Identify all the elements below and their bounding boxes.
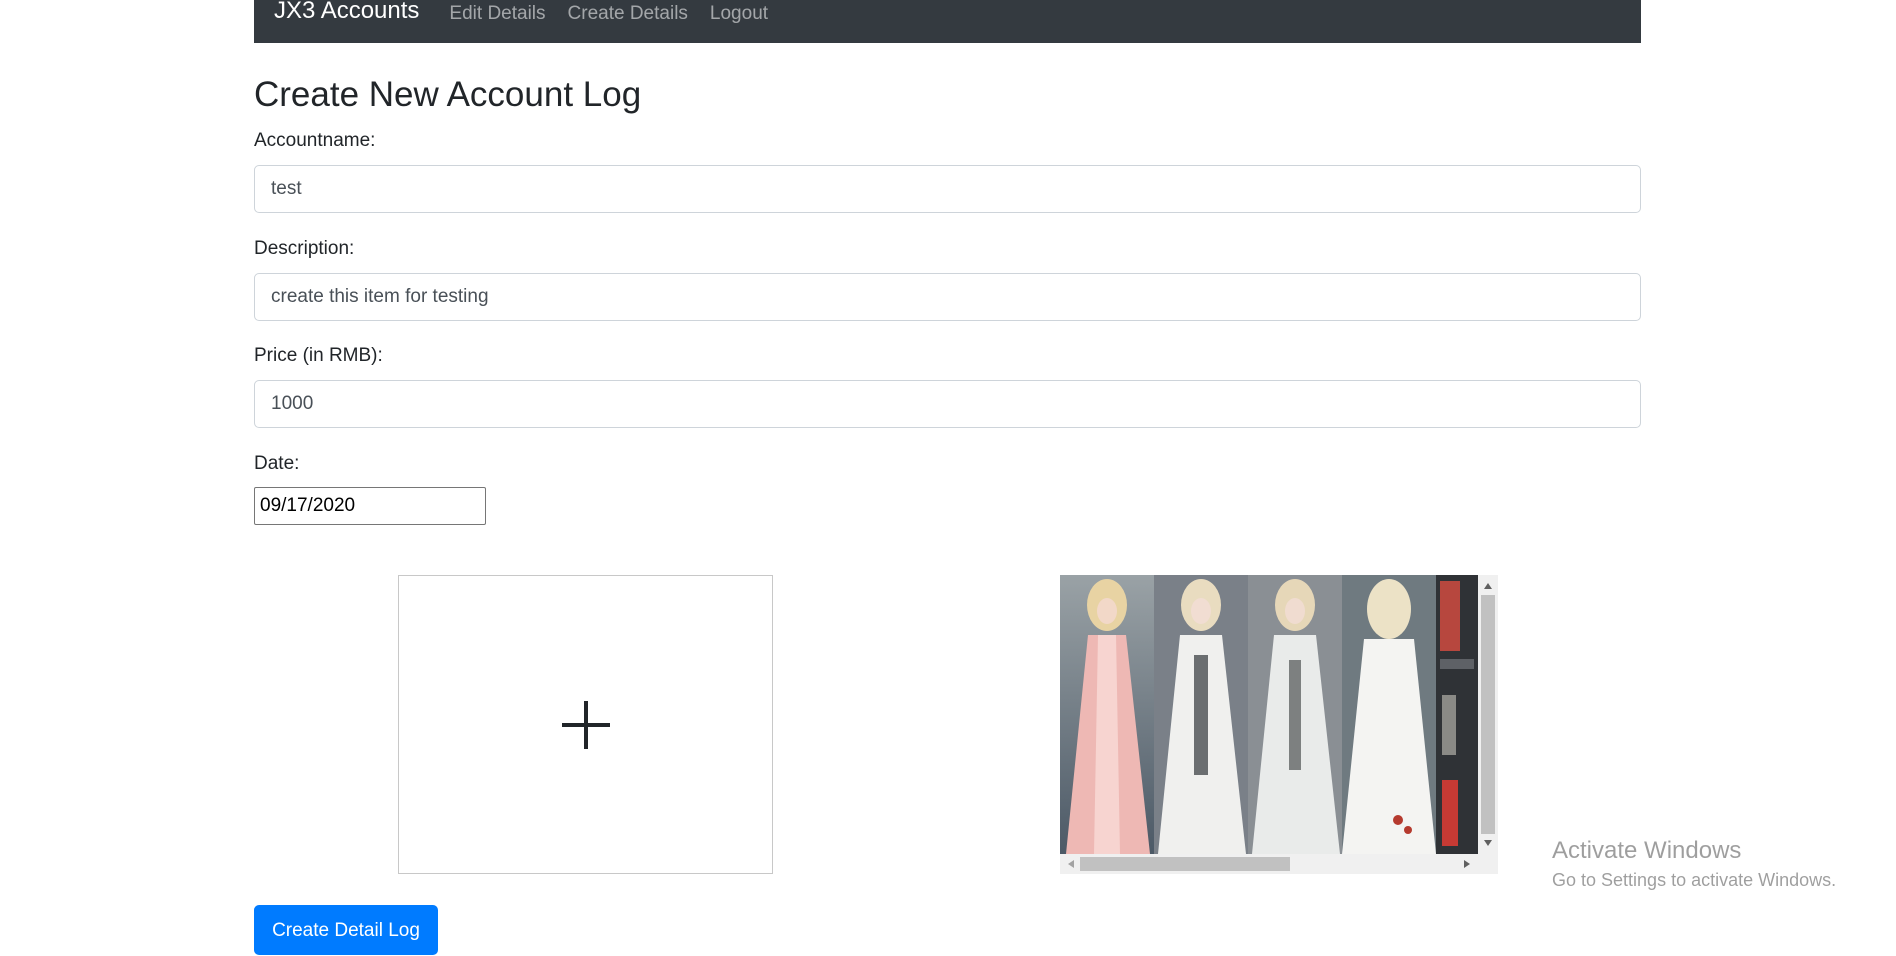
activate-windows-watermark: Activate Windows Go to Settings to activ…	[1552, 836, 1836, 892]
gallery-thumbnail[interactable]	[1060, 575, 1154, 854]
gallery-thumbnails	[1060, 575, 1478, 854]
accountname-input[interactable]: test	[254, 165, 1641, 213]
gallery-thumbnail[interactable]	[1248, 575, 1342, 854]
date-label: Date:	[254, 453, 300, 474]
activate-windows-title: Activate Windows	[1552, 837, 1742, 864]
gallery-thumbnail[interactable]	[1154, 575, 1248, 854]
date-input[interactable]: 09/17/2020	[254, 487, 486, 525]
image-gallery[interactable]	[1060, 575, 1498, 874]
image-upload-box[interactable]	[398, 575, 773, 874]
gallery-thumbnail[interactable]	[1342, 575, 1436, 854]
price-input[interactable]: 1000	[254, 380, 1641, 428]
activate-windows-subtitle: Go to Settings to activate Windows.	[1552, 870, 1837, 890]
page-title: Create New Account Log	[254, 75, 642, 114]
price-label: Price (in RMB):	[254, 345, 383, 366]
nav-link-edit-details[interactable]: Edit Details	[449, 4, 545, 23]
nav-link-logout[interactable]: Logout	[710, 4, 768, 23]
navbar: JX3 Accounts Edit Details Create Details…	[254, 0, 1641, 43]
description-label: Description:	[254, 238, 355, 259]
nav-link-create-details[interactable]: Create Details	[568, 4, 688, 23]
gallery-thumbnail[interactable]	[1436, 575, 1478, 854]
navbar-brand[interactable]: JX3 Accounts	[274, 0, 419, 23]
accountname-label: Accountname:	[254, 130, 376, 151]
scrollbar-corner	[1478, 854, 1498, 874]
plus-icon	[561, 700, 610, 749]
vertical-scrollbar[interactable]	[1478, 575, 1498, 854]
horizontal-scrollbar[interactable]	[1060, 854, 1478, 874]
create-detail-log-button[interactable]: Create Detail Log	[254, 905, 438, 955]
description-input[interactable]: create this item for testing	[254, 273, 1641, 321]
